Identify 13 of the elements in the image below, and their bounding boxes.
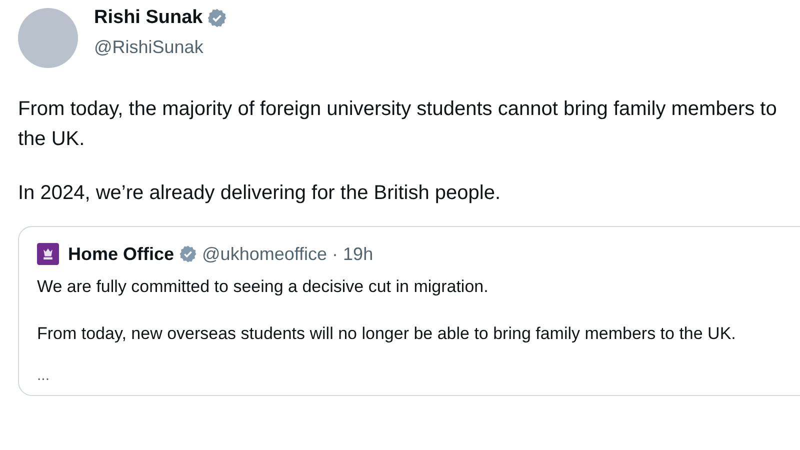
ellipsis: ... — [37, 367, 50, 384]
timestamp: 19h — [343, 244, 374, 264]
tweet-text: In 2024, we’re already delivering for the British people. — [18, 181, 502, 206]
author-name[interactable]: Rishi Sunak — [94, 6, 203, 28]
quoted-author-name[interactable]: Home Office — [68, 244, 174, 264]
quoted-tweet-text: We are fully committed to seeing a decisive cut in migration. — [37, 276, 490, 298]
quoted-handle[interactable]: @ukhomeoffice — [202, 244, 328, 264]
quoted-tweet-text: From today, new overseas students will no longer be able to bring family members to the UK. — [37, 323, 737, 345]
separator-dot: · — [332, 244, 338, 264]
quoted-tweet-card[interactable]: Home Office @ukhomeoffice · 19h We are fully committed to seeing a decisive cut in migration. From today, new overseas students will no longer be able to bring family members to the UK. ... — [18, 226, 800, 396]
author-handle[interactable]: @RishiSunak — [94, 36, 227, 58]
crest-icon — [37, 243, 59, 265]
tweet-text: From today, the majority of foreign university students cannot bring family members to the UK. — [18, 97, 778, 152]
